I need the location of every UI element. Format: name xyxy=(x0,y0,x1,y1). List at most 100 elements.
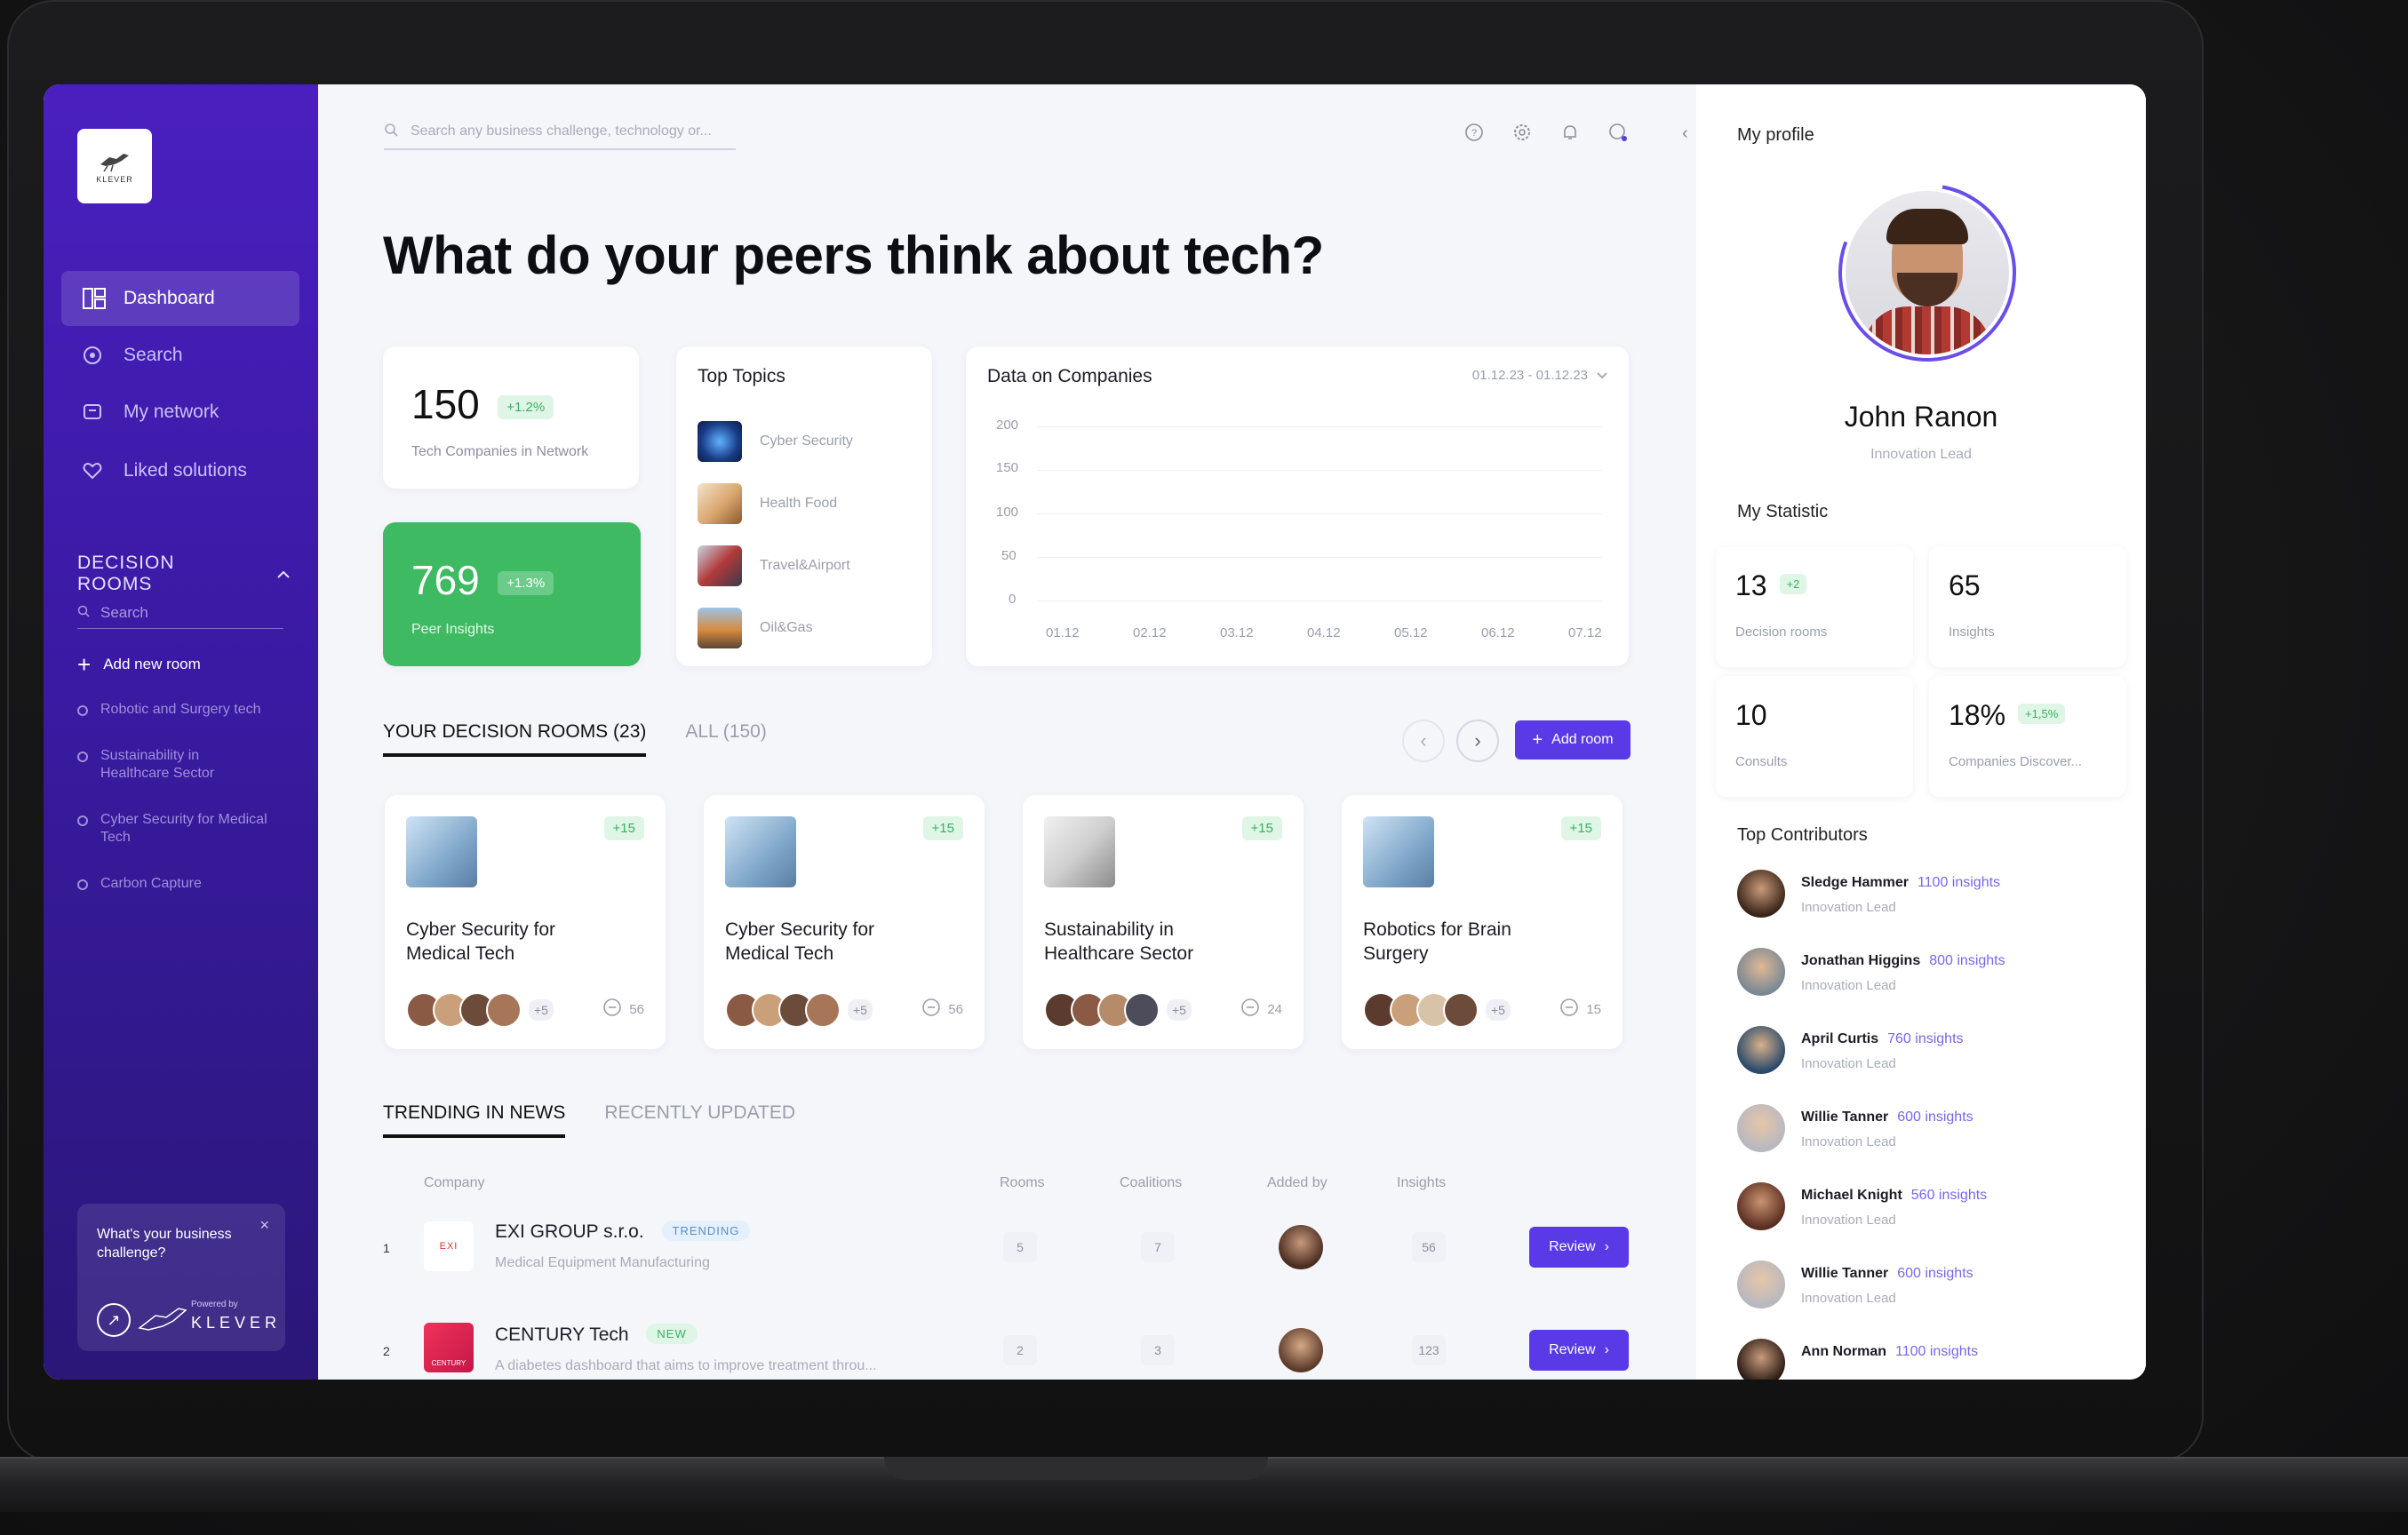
tech-companies-label: Tech Companies in Network xyxy=(411,444,589,459)
chevron-left-icon[interactable]: ‹ xyxy=(1682,123,1688,144)
profile-avatar[interactable] xyxy=(1846,191,2009,354)
nav-item-liked-solutions[interactable]: Liked solutions xyxy=(61,443,299,498)
sidebar-search-input[interactable]: Search xyxy=(77,598,283,629)
column-header-rooms[interactable]: Rooms xyxy=(1000,1175,1045,1191)
global-search-input[interactable]: Search any business challenge, technolog… xyxy=(384,115,736,150)
tab-your-decision-rooms[interactable]: YOUR DECISION ROOMS (23) xyxy=(383,721,647,757)
contributor-item[interactable]: April Curtis 760 insights Innovation Lead xyxy=(1737,1022,2110,1085)
powered-by-brand: KLEVER xyxy=(191,1314,282,1332)
plus-icon: + xyxy=(77,651,92,678)
topic-thumbnail xyxy=(698,608,742,648)
decision-rooms-title[interactable]: DECISION ROOMS xyxy=(77,553,291,595)
contributor-item[interactable]: Willie Tanner 600 insights Innovation Lea… xyxy=(1737,1257,2110,1319)
contributor-item[interactable]: Sledge Hammer 1100 insights Innovation Le… xyxy=(1737,866,2110,928)
sidebar-room-item[interactable]: Carbon Capture xyxy=(77,875,299,893)
contributor-insights: 1100 insights xyxy=(1917,875,2001,890)
bell-icon[interactable] xyxy=(1559,122,1581,143)
topic-label: Cyber Security xyxy=(760,433,853,449)
topic-label: Travel&Airport xyxy=(760,558,850,573)
tab-recently-updated[interactable]: RECENTLY UPDATED xyxy=(604,1102,795,1138)
topic-item[interactable]: Health Food xyxy=(698,473,920,535)
room-badge: +15 xyxy=(603,816,644,840)
company-name-cell[interactable]: CENTURY Tech NEW xyxy=(495,1323,698,1346)
nav-item-dashboard[interactable]: Dashboard xyxy=(61,271,299,326)
contributor-item[interactable]: Ann Norman 1100 insights xyxy=(1737,1335,2110,1380)
review-label: Review xyxy=(1549,1342,1596,1357)
new-badge: NEW xyxy=(646,1323,698,1344)
avatar xyxy=(1737,1339,1785,1380)
nav-item-search[interactable]: Search xyxy=(61,328,299,383)
next-button[interactable]: › xyxy=(1456,720,1499,762)
avatar xyxy=(1737,1182,1785,1230)
business-challenge-widget: What's your business challenge? × ↗ Powe… xyxy=(77,1204,285,1351)
global-search-placeholder: Search any business challenge, technolog… xyxy=(411,123,712,139)
tab-trending-in-news[interactable]: TRENDING IN NEWS xyxy=(383,1102,566,1138)
more-members-count: +5 xyxy=(1167,999,1192,1021)
contributor-item[interactable]: Jonathan Higgins 800 insights Innovation … xyxy=(1737,944,2110,1006)
avatar xyxy=(1737,1261,1785,1308)
sidebar-room-item[interactable]: Sustainability in Healthcare Sector xyxy=(77,747,237,783)
topic-item[interactable]: Cyber Security xyxy=(698,410,920,473)
bullet-icon xyxy=(77,815,88,826)
stat-label: Decision rooms xyxy=(1735,624,1828,640)
company-name-cell[interactable]: EXI GROUP s.r.o. TRENDING xyxy=(495,1220,751,1243)
room-members: +5 xyxy=(1044,992,1192,1028)
review-button[interactable]: Review › xyxy=(1529,1227,1629,1268)
sidebar-room-item[interactable]: Robotic and Surgery tech xyxy=(77,701,299,719)
added-by-avatar[interactable] xyxy=(1279,1328,1323,1372)
column-header-company[interactable]: Company xyxy=(424,1175,484,1191)
settings-icon[interactable] xyxy=(1511,122,1533,143)
comment-count: 15 xyxy=(1586,1001,1601,1017)
page-title: What do your peers think about tech? xyxy=(383,226,1324,285)
chat-icon[interactable] xyxy=(1607,122,1629,143)
peer-insights-value: 769 xyxy=(411,557,480,603)
tab-all-rooms[interactable]: ALL (150) xyxy=(685,721,766,757)
y-tick-label: 50 xyxy=(1001,548,1017,563)
contributor-role: Innovation Lead xyxy=(1801,900,1896,915)
column-header-added-by[interactable]: Added by xyxy=(1267,1175,1328,1191)
y-tick-label: 200 xyxy=(996,418,1019,433)
comment-count: 56 xyxy=(629,1001,644,1017)
bullet-icon xyxy=(77,752,88,762)
avatar xyxy=(1443,992,1479,1028)
decision-room-card[interactable]: +15 Sustainability in Healthcare Sector … xyxy=(1023,795,1304,1049)
column-header-insights[interactable]: Insights xyxy=(1397,1175,1446,1191)
room-thumbnail xyxy=(1044,816,1115,887)
date-range-select[interactable]: 01.12.23 - 01.12.23 xyxy=(1472,368,1607,383)
contributor-item[interactable]: Michael Knight 560 insights Innovation Le… xyxy=(1737,1179,2110,1241)
topic-item[interactable]: Travel&Airport xyxy=(698,535,920,597)
insights-count: 56 xyxy=(1412,1232,1446,1262)
topic-thumbnail xyxy=(698,545,742,586)
company-description: Medical Equipment Manufacturing xyxy=(495,1255,710,1270)
header-icons: ? xyxy=(1463,122,1629,143)
search-icon xyxy=(83,346,109,365)
chevron-right-icon: › xyxy=(1604,1342,1609,1357)
avatar xyxy=(1124,992,1160,1028)
sidebar-search-placeholder: Search xyxy=(100,604,148,621)
decision-room-card[interactable]: +15 Cyber Security for Medical Tech +5 5… xyxy=(385,795,666,1049)
close-icon[interactable]: × xyxy=(259,1216,269,1235)
peer-insights-card: 769 +1.3% Peer Insights xyxy=(383,522,641,666)
search-icon xyxy=(77,604,90,622)
logo[interactable]: KLEVER xyxy=(77,129,152,203)
prev-button[interactable]: ‹ xyxy=(1402,720,1445,762)
column-header-coalitions[interactable]: Coalitions xyxy=(1120,1175,1182,1191)
add-room-button[interactable]: + Add room xyxy=(1515,720,1631,760)
review-button[interactable]: Review › xyxy=(1529,1330,1629,1371)
arrow-up-right-icon[interactable]: ↗ xyxy=(97,1303,131,1337)
top-contributors-title: Top Contributors xyxy=(1737,825,1868,845)
plus-icon: + xyxy=(1532,729,1543,750)
nav-item-my-network[interactable]: My network xyxy=(61,385,299,440)
help-icon[interactable]: ? xyxy=(1463,122,1485,143)
add-new-room-link[interactable]: + Add new room xyxy=(77,651,201,678)
topic-item[interactable]: Oil&Gas xyxy=(698,597,920,659)
decision-room-card[interactable]: +15 Robotics for Brain Surgery +5 15 xyxy=(1342,795,1623,1049)
decision-room-card[interactable]: +15 Cyber Security for Medical Tech +5 5… xyxy=(704,795,985,1049)
review-label: Review xyxy=(1549,1239,1596,1254)
chevron-right-icon: › xyxy=(1604,1239,1609,1254)
contributor-item[interactable]: Willie Tanner 600 insights Innovation Lea… xyxy=(1737,1101,2110,1163)
gridline xyxy=(1037,426,1602,427)
added-by-avatar[interactable] xyxy=(1279,1225,1323,1269)
row-number: 1 xyxy=(383,1241,390,1255)
sidebar-room-item[interactable]: Cyber Security for Medical Tech xyxy=(77,811,282,847)
